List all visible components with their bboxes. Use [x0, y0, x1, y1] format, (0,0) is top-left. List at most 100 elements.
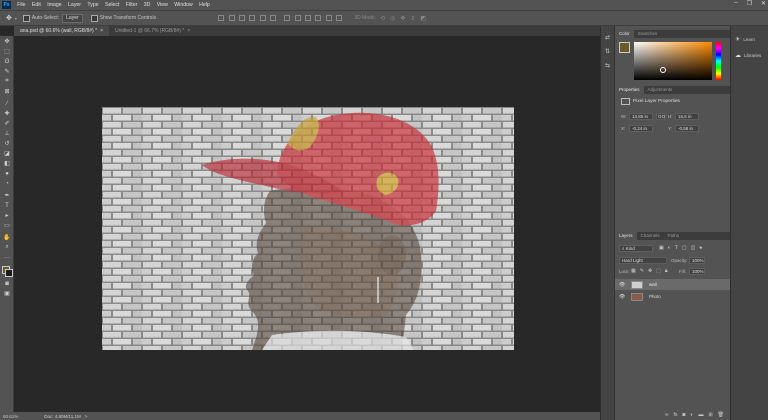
menu-3d[interactable]: 3D	[144, 2, 151, 8]
menu-file[interactable]: File	[17, 2, 25, 8]
path-select-tool-icon[interactable]: ▸	[3, 212, 11, 219]
group-icon[interactable]: ▬	[698, 412, 703, 418]
status-menu-arrow[interactable]: >	[85, 414, 88, 419]
y-field[interactable]: -0,58 in	[675, 125, 699, 132]
zoom-tool-icon[interactable]: ⌕	[3, 244, 11, 251]
trash-icon[interactable]: 🗑︎	[718, 412, 724, 418]
auto-select-dropdown[interactable]: Layer	[62, 13, 83, 23]
3d-rotate-icon[interactable]: ⟲	[380, 15, 385, 22]
tool-preset-chevron-icon[interactable]: ▾	[15, 16, 17, 21]
filter-toggle-icon[interactable]: ●	[699, 245, 702, 251]
distribute-vcenter-icon[interactable]	[294, 15, 301, 21]
3d-slide-icon[interactable]: ⇕	[410, 15, 415, 22]
blend-mode-dropdown[interactable]: Hard Light	[619, 257, 667, 264]
3d-roll-icon[interactable]: ◎	[390, 15, 395, 22]
distribute-hcenter-icon[interactable]	[325, 15, 332, 21]
lasso-tool-icon[interactable]: ʘ	[3, 58, 11, 65]
lock-all-icon[interactable]: 🔒︎	[665, 268, 668, 274]
tab-close-icon[interactable]: ×	[100, 28, 103, 34]
tab-swatches[interactable]: Swatches	[634, 30, 662, 38]
close-button[interactable]: ✕	[761, 0, 766, 7]
libraries-button[interactable]: ☁ Libraries	[735, 52, 761, 59]
tab-layers[interactable]: Layers	[615, 232, 637, 240]
quick-mask-icon[interactable]: ◙	[3, 280, 11, 287]
hue-slider[interactable]	[716, 42, 721, 80]
menu-filter[interactable]: Filter	[126, 2, 138, 8]
more-tools-icon[interactable]: ···	[3, 254, 11, 261]
healing-brush-tool-icon[interactable]: ✚	[3, 110, 11, 117]
link-dimensions-button[interactable]: GO	[656, 113, 665, 120]
align-right-icon[interactable]	[270, 15, 277, 21]
tab-paths[interactable]: Paths	[664, 232, 684, 240]
new-layer-icon[interactable]: ⊞	[708, 412, 712, 418]
filter-smart-icon[interactable]: ◫	[691, 245, 696, 251]
history-icon[interactable]: ⇄	[605, 34, 610, 41]
filter-type-icon[interactable]: T	[675, 245, 678, 251]
gradient-tool-icon[interactable]: ◧	[3, 160, 11, 167]
tab-adjustments[interactable]: Adjustments	[644, 86, 677, 94]
fill-field[interactable]: 100%	[689, 268, 705, 275]
document-canvas[interactable]	[102, 107, 514, 350]
tab-properties[interactable]: Properties	[615, 86, 644, 94]
lock-artboard-icon[interactable]: ⬚	[656, 268, 661, 274]
restore-button[interactable]: ❐	[747, 0, 752, 7]
menu-layer[interactable]: Layer	[68, 2, 81, 8]
filter-adjustment-icon[interactable]: ◐	[668, 245, 671, 251]
marquee-tool-icon[interactable]: ⬚	[3, 48, 11, 55]
blur-tool-icon[interactable]: ●	[3, 170, 11, 177]
distribute-bottom-icon[interactable]	[305, 15, 312, 21]
clone-stamp-tool-icon[interactable]: ⊥	[3, 130, 11, 137]
layer-mask-icon[interactable]: ◙	[682, 412, 685, 418]
tab-channels[interactable]: Channels	[637, 232, 664, 240]
crop-tool-icon[interactable]: ⌗	[3, 78, 11, 85]
quick-select-tool-icon[interactable]: ✎	[3, 68, 11, 75]
align-bottom-icon[interactable]	[239, 15, 246, 21]
menu-help[interactable]: Help	[199, 2, 210, 8]
distribute-right-icon[interactable]	[336, 15, 343, 21]
distribute-left-icon[interactable]	[315, 15, 322, 21]
brush-tool-icon[interactable]: ✐	[3, 120, 11, 127]
tab-ana-psd[interactable]: ana.psd @ 60.6% (wall, RGB/8#) * ×	[14, 26, 109, 36]
dodge-tool-icon[interactable]: ◔	[3, 180, 11, 187]
eraser-tool-icon[interactable]: ◪	[3, 150, 11, 157]
lock-transparent-icon[interactable]: ▦	[631, 268, 636, 274]
learn-button[interactable]: ☀ Learn	[735, 36, 755, 43]
eyedropper-tool-icon[interactable]: ⁄	[3, 100, 11, 107]
menu-edit[interactable]: Edit	[32, 2, 41, 8]
link-layers-icon[interactable]: ∞	[665, 412, 669, 418]
filter-shape-icon[interactable]: ▢	[682, 245, 687, 251]
layer-filter-kind[interactable]: ⌕ Kind	[619, 245, 653, 252]
menu-view[interactable]: View	[157, 2, 168, 8]
adjustment-layer-icon[interactable]: ◐	[690, 412, 693, 418]
menu-type[interactable]: Type	[87, 2, 98, 8]
color-field[interactable]	[634, 42, 712, 80]
brush-settings-icon[interactable]: ⇅	[605, 48, 610, 55]
align-top-icon[interactable]	[218, 15, 225, 21]
color-foreground-swatch[interactable]	[619, 42, 630, 53]
opacity-field[interactable]: 100%	[689, 257, 705, 264]
adjustments-dock-icon[interactable]: ⇆	[605, 62, 610, 69]
visibility-eye-icon[interactable]: 👁︎	[619, 294, 625, 300]
hand-tool-icon[interactable]: ✋	[3, 234, 11, 241]
pen-tool-icon[interactable]: ✒	[3, 192, 11, 199]
distribute-top-icon[interactable]	[284, 15, 291, 21]
tab-close-icon[interactable]: ×	[187, 28, 190, 34]
screen-mode-icon[interactable]: ▣	[3, 290, 11, 297]
canvas-area[interactable]	[14, 36, 600, 412]
history-brush-tool-icon[interactable]: ↺	[3, 140, 11, 147]
3d-drag-icon[interactable]: ✥	[400, 15, 405, 22]
x-field[interactable]: -0,24 in	[629, 125, 653, 132]
auto-select-checkbox[interactable]: Auto-Select:	[22, 14, 59, 22]
layer-row-photo[interactable]: 👁︎ Photo	[615, 291, 731, 302]
frame-tool-icon[interactable]: ⊠	[3, 88, 11, 95]
menu-window[interactable]: Window	[174, 2, 192, 8]
tab-untitled-1[interactable]: Untitled-1 @ 66.7% (RGB/8#) * ×	[109, 26, 196, 36]
visibility-eye-icon[interactable]: 👁︎	[619, 282, 625, 288]
3d-scale-icon[interactable]: ◩	[420, 15, 426, 22]
move-tool-icon[interactable]: ✥	[6, 14, 12, 22]
width-field[interactable]: 13,85 in	[629, 113, 653, 120]
align-vcenter-icon[interactable]	[228, 15, 235, 21]
move-tool-icon[interactable]: ✥	[3, 38, 11, 45]
tab-color[interactable]: Color	[615, 30, 634, 38]
align-hcenter-icon[interactable]	[259, 15, 266, 21]
